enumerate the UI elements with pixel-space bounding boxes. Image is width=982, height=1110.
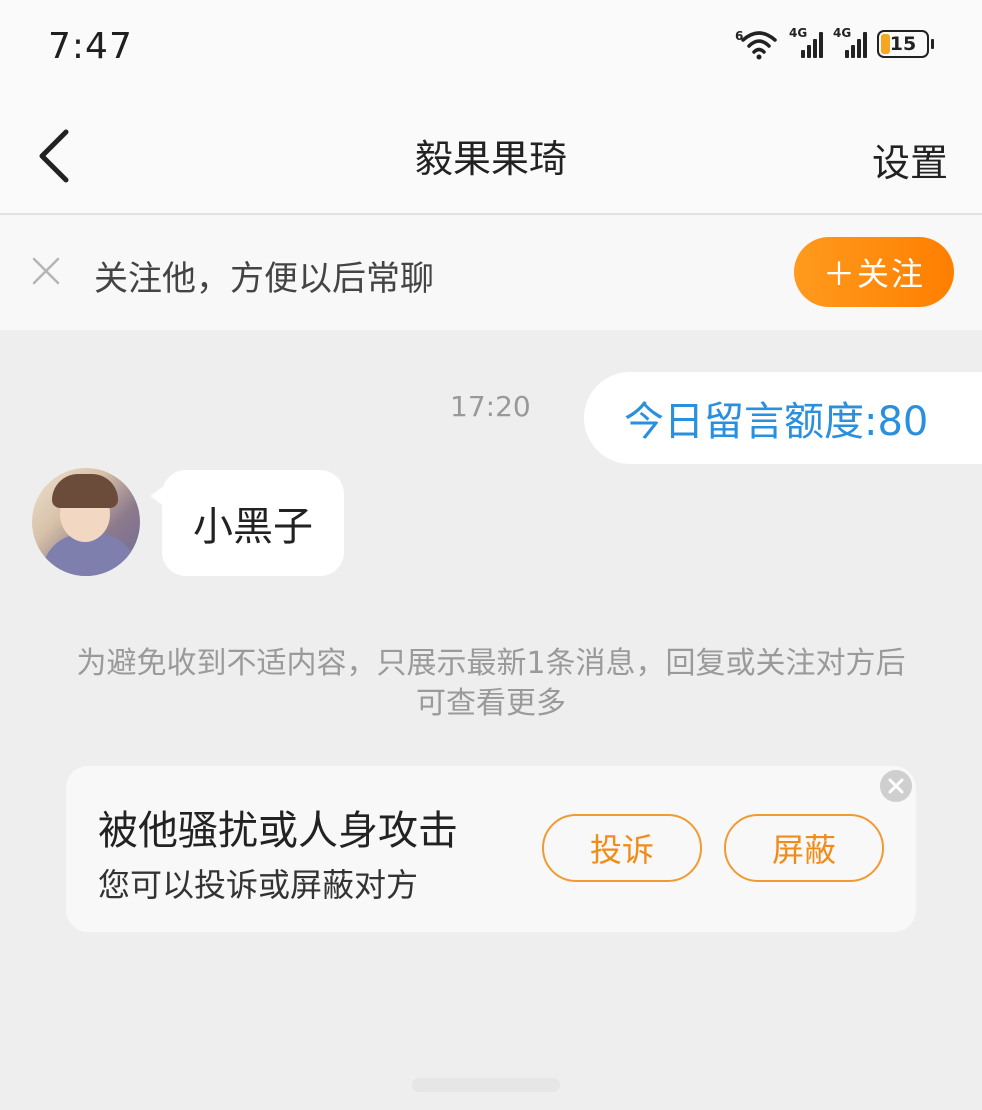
harassment-card: 被他骚扰或人身攻击 您可以投诉或屏蔽对方 投诉 屏蔽: [66, 766, 916, 932]
close-icon[interactable]: [880, 770, 912, 802]
signal-icon: 4G: [833, 26, 867, 58]
status-bar: 7:47 6 4G 4G 15: [0, 0, 982, 98]
card-title: 被他骚扰或人身攻击: [98, 808, 458, 854]
notice-text: 为避免收到不适内容，只展示最新1条消息，回复或关注对方后可查看更多: [76, 646, 906, 721]
close-icon[interactable]: [30, 255, 62, 287]
network-type-label: 4G: [833, 26, 852, 40]
follow-prompt: 关注他，方便以后常聊: [94, 259, 434, 299]
settings-button[interactable]: 设置: [872, 132, 948, 187]
status-time: 7:47: [48, 26, 133, 67]
card-subtitle: 您可以投诉或屏蔽对方: [98, 866, 419, 904]
block-button[interactable]: 屏蔽: [724, 814, 884, 882]
status-icons: 6 4G 4G 15: [735, 26, 934, 60]
page-title: 毅果果琦: [414, 137, 567, 181]
follow-button[interactable]: ＋关注: [794, 237, 954, 307]
battery-level: 15: [889, 33, 917, 55]
battery-icon: 15: [877, 30, 929, 58]
signal-icon: 4G: [789, 26, 823, 58]
follow-bar: 关注他，方便以后常聊 ＋关注: [0, 215, 982, 330]
nav-bar: 毅果果琦 设置: [0, 98, 982, 215]
battery-cap: [931, 39, 934, 49]
home-indicator[interactable]: [412, 1078, 560, 1092]
network-type-label: 4G: [789, 26, 808, 40]
message-timestamp: 17:20: [450, 390, 531, 423]
sent-message-bubble[interactable]: 今日留言额度:80: [584, 372, 982, 464]
wifi-icon: 6: [735, 29, 777, 60]
avatar[interactable]: [32, 468, 140, 576]
report-button[interactable]: 投诉: [542, 814, 702, 882]
received-message-bubble[interactable]: 小黑子: [162, 470, 344, 576]
